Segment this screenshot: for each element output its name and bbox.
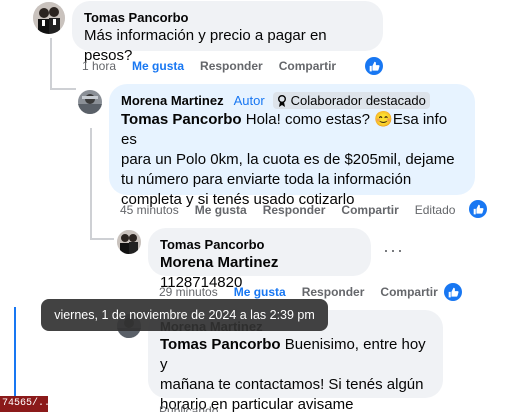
author-role-label: Autor bbox=[233, 93, 265, 108]
share-button[interactable]: Compartir bbox=[380, 285, 437, 299]
reply-button[interactable]: Responder bbox=[200, 59, 263, 73]
like-reaction-icon[interactable] bbox=[444, 283, 462, 301]
comment-bubble-author: Morena Martinez Autor Colaborador destac… bbox=[109, 84, 475, 208]
comment-text-line: para un Polo 0km, la cuota es de $205mil… bbox=[121, 151, 455, 168]
share-button[interactable]: Compartir bbox=[341, 203, 398, 217]
comment-text-line: tu número para enviarte toda la informac… bbox=[121, 171, 412, 188]
comment-actions: 45 minutos Me gusta Responder Compartir … bbox=[120, 202, 471, 218]
status-url-chip: 74565/... bbox=[0, 396, 48, 412]
like-reaction-icon[interactable] bbox=[365, 57, 383, 75]
edited-label[interactable]: Editado bbox=[415, 203, 456, 217]
comment-actions: 29 minutos Me gusta Responder Compartir bbox=[159, 284, 454, 300]
reply-button[interactable]: Responder bbox=[302, 285, 365, 299]
badge-icon bbox=[277, 94, 286, 107]
comment-timestamp[interactable]: 45 minutos bbox=[120, 203, 179, 217]
like-button[interactable]: Me gusta bbox=[132, 59, 184, 73]
thread-line-curve bbox=[50, 88, 76, 90]
publishing-status: Publicando... bbox=[159, 404, 229, 412]
thread-line-main bbox=[50, 38, 52, 90]
avatar[interactable] bbox=[117, 230, 141, 254]
top-contributor-label: Colaborador destacado bbox=[290, 93, 426, 108]
comment-status: Publicando... bbox=[159, 403, 244, 412]
more-options-icon[interactable]: ··· bbox=[383, 240, 404, 261]
avatar[interactable] bbox=[78, 90, 102, 114]
comment-author[interactable]: Morena Martinez bbox=[121, 92, 224, 109]
mention-link[interactable]: Tomas Pancorbo bbox=[160, 336, 281, 353]
like-reaction-icon[interactable] bbox=[469, 200, 487, 218]
comment-bubble: Tomas Pancorbo Morena Martinez 112871482… bbox=[148, 228, 371, 291]
comment-author[interactable]: Tomas Pancorbo bbox=[84, 9, 371, 26]
mention-link[interactable]: Tomas Pancorbo bbox=[121, 111, 242, 128]
comment-actions: 1 hora Me gusta Responder Compartir bbox=[82, 58, 352, 74]
comment-text: Tomas Pancorbo Buenisimo, entre hoy y ma… bbox=[160, 335, 431, 412]
comment-bubble: Tomas Pancorbo Más información y precio … bbox=[72, 1, 383, 64]
thread-line-nested-curve bbox=[90, 238, 114, 240]
comment-timestamp[interactable]: 1 hora bbox=[82, 59, 116, 73]
comment-timestamp[interactable]: 29 minutos bbox=[159, 285, 218, 299]
thread-line-nested bbox=[90, 128, 92, 240]
mention-link[interactable]: Morena Martinez bbox=[160, 254, 278, 271]
like-button[interactable]: Me gusta bbox=[195, 203, 247, 217]
avatar[interactable] bbox=[33, 2, 65, 34]
comment-text: Tomas Pancorbo Hola! como estas? 😊Esa in… bbox=[121, 110, 463, 210]
comment-header: Morena Martinez Autor Colaborador destac… bbox=[121, 92, 463, 109]
share-button[interactable]: Compartir bbox=[279, 59, 336, 73]
comment-author[interactable]: Tomas Pancorbo bbox=[160, 236, 359, 253]
like-button[interactable]: Me gusta bbox=[234, 285, 286, 299]
top-contributor-badge: Colaborador destacado bbox=[272, 92, 430, 109]
comment-text-line: mañana te contactamos! Si tenés algún bbox=[160, 376, 424, 393]
timestamp-tooltip: viernes, 1 de noviembre de 2024 a las 2:… bbox=[41, 299, 328, 331]
reply-button[interactable]: Responder bbox=[263, 203, 326, 217]
